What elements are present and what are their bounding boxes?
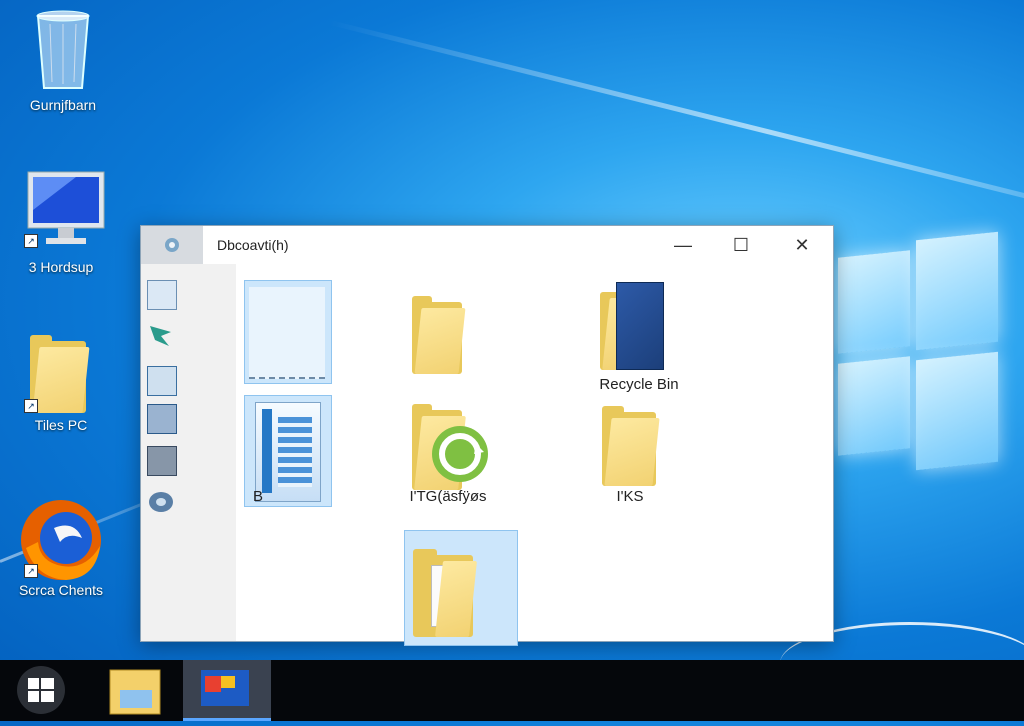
folder-icon <box>412 296 466 374</box>
file-list[interactable]: Recycle Bin B I'TG(äsfÿøs I'KS <box>236 264 833 646</box>
desktop-icon-computer[interactable]: ↗ 3 Hordsup <box>6 170 116 275</box>
file-item-caption: I'KS <box>616 488 644 505</box>
folder-item-recycle-bin[interactable]: Recycle Bin <box>584 272 694 393</box>
desktop-icon-firefox[interactable]: ↗ Scrca Chents <box>6 498 116 598</box>
file-item[interactable] <box>244 280 332 384</box>
file-explorer-icon <box>109 669 161 715</box>
folder-item[interactable] <box>402 280 488 382</box>
sync-icon <box>432 426 488 482</box>
nav-disc-icon[interactable] <box>147 488 175 516</box>
shortcut-arrow-icon: ↗ <box>24 399 38 413</box>
wallpaper-windows-logo <box>838 231 998 486</box>
folder-item[interactable]: I'KS <box>584 398 676 508</box>
nav-quick-access-icon[interactable] <box>147 280 177 310</box>
close-button[interactable]: ✕ <box>780 231 824 259</box>
settings-icon <box>165 238 179 252</box>
window-app-icon[interactable] <box>141 226 203 264</box>
folder-icon <box>30 335 90 413</box>
folder-item[interactable] <box>404 530 518 646</box>
minimize-button[interactable]: — <box>661 231 705 259</box>
document-image-icon <box>255 402 321 502</box>
nav-documents-icon[interactable] <box>147 366 177 396</box>
file-explorer-taskbar-button[interactable] <box>100 660 170 721</box>
file-item[interactable]: B <box>244 395 332 507</box>
start-button[interactable] <box>8 660 78 721</box>
desktop-icon-recycle-bin[interactable]: Gurnjfbarn <box>8 8 118 113</box>
wallpaper-light-beam <box>329 20 1024 243</box>
desktop-icon-label: Scrca Chents <box>18 582 104 598</box>
file-item-caption: Recycle Bin <box>599 376 679 393</box>
folder-icon <box>602 406 660 486</box>
recycle-bin-icon <box>36 10 90 89</box>
desktop-icon-label: Gurnjfbarn <box>29 97 97 113</box>
shortcut-arrow-icon: ↗ <box>24 234 38 248</box>
taskbar[interactable] <box>0 660 1024 721</box>
document-icon <box>616 282 664 370</box>
file-item-caption: B <box>252 488 263 505</box>
explorer-window[interactable]: Dbcoavti(h) — ☐ ✕ Recycle Bin B I'TG(äsf… <box>140 225 834 646</box>
maximize-button[interactable]: ☐ <box>719 231 763 259</box>
desktop-icon-label: 3 Hordsup <box>28 259 94 275</box>
folder-item-sync[interactable]: I'TG(äsfÿøs <box>402 398 494 508</box>
nav-network-icon[interactable] <box>147 322 175 350</box>
nav-pictures-icon[interactable] <box>147 404 177 434</box>
nav-drive-icon[interactable] <box>147 446 177 476</box>
active-window-icon <box>201 670 249 706</box>
navigation-pane[interactable] <box>141 264 236 641</box>
windows-start-icon <box>17 666 65 714</box>
window-title: Dbcoavti(h) <box>217 237 289 253</box>
desktop-icon-folder[interactable]: ↗ Tiles PC <box>6 335 116 433</box>
folder-documents-icon <box>413 549 477 637</box>
file-item-caption: I'TG(äsfÿøs <box>409 488 487 505</box>
blank-file-icon <box>249 287 325 379</box>
title-bar[interactable]: Dbcoavti(h) — ☐ ✕ <box>141 226 833 264</box>
shortcut-arrow-icon: ↗ <box>24 564 38 578</box>
active-window-taskbar-button[interactable] <box>183 660 271 721</box>
desktop-icon-label: Tiles PC <box>34 417 88 433</box>
